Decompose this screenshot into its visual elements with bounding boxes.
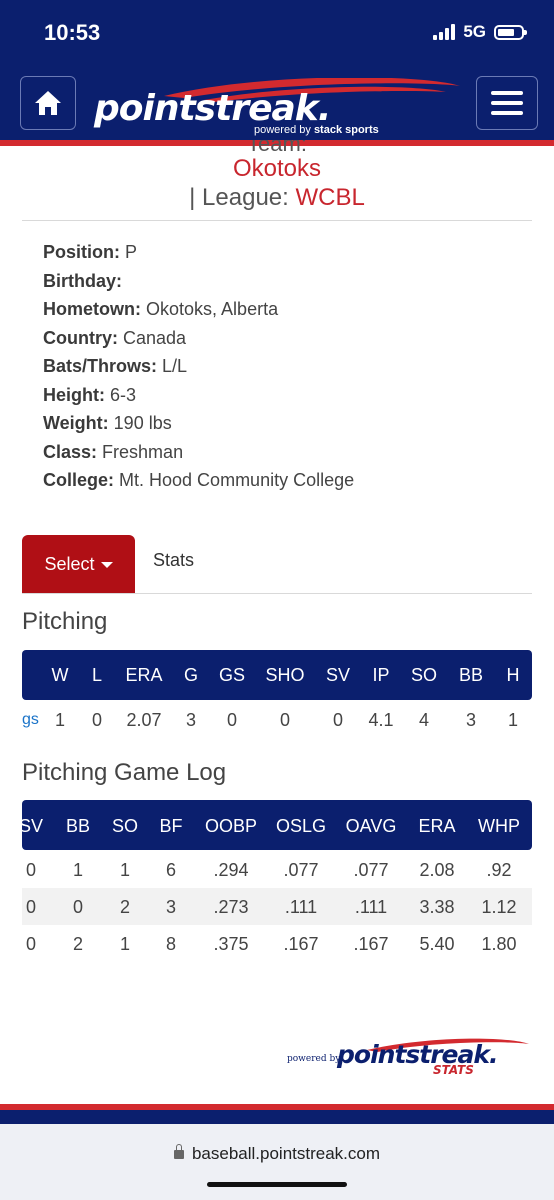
home-button[interactable]	[20, 76, 76, 130]
network-label: 5G	[463, 22, 486, 41]
bio-value: Mt. Hood Community College	[119, 470, 355, 490]
stat-cell: 3	[165, 897, 176, 917]
stat-cell: .294	[213, 860, 249, 880]
stat-cell: 2.08	[419, 860, 455, 880]
col-header[interactable]: ERA	[407, 816, 467, 837]
bio-value: L/L	[162, 356, 188, 376]
bio-label: Position:	[43, 242, 120, 262]
bio-value: Canada	[123, 327, 187, 348]
bio-value: Freshman	[102, 441, 184, 462]
bio-row: Weight: 190 lbs	[43, 409, 354, 438]
game-log-table-header: SV BB SO BF OOBP OSLG OAVG ERA WHP	[19, 800, 532, 850]
bio-row: Class: Freshman	[43, 438, 354, 467]
bio-row: Hometown: Okotoks, Alberta	[43, 295, 354, 324]
stat-cell: 8	[165, 934, 176, 954]
logo-wordmark: pointstreak.	[94, 88, 331, 129]
bio-value: P	[125, 242, 138, 262]
stat-cell: .92	[486, 860, 512, 880]
bio-label: College:	[43, 470, 115, 490]
caret-down-icon	[100, 562, 113, 568]
col-header[interactable]: GS	[202, 665, 262, 686]
hamburger-icon	[491, 91, 523, 115]
league-label: | League:	[189, 184, 289, 211]
bio-value: 6-3	[110, 384, 137, 405]
stat-cell: .077	[353, 860, 389, 880]
stat-cell: .167	[283, 934, 319, 954]
stat-cell: .375	[213, 934, 249, 954]
footer-bar	[0, 1110, 554, 1124]
bio-row: Position: P	[43, 238, 354, 267]
col-header[interactable]: SHO	[255, 665, 315, 686]
bio-row: Birthday:	[43, 267, 354, 296]
bio-value: 190 lbs	[113, 413, 172, 433]
col-header[interactable]: BF	[141, 816, 201, 837]
footer-stats-word: STATS	[433, 1063, 474, 1077]
col-header[interactable]: WHP	[469, 816, 529, 837]
team-label: Team:	[247, 140, 307, 154]
status-indicators: 5G	[433, 22, 527, 42]
powered-by-stack-sports: powered by stack sports	[254, 124, 379, 136]
bio-value: Okotoks, Alberta	[146, 299, 279, 319]
pointstreak-logo[interactable]: pointstreak. powered by stack sports	[94, 78, 464, 138]
col-header[interactable]: H	[483, 665, 543, 686]
league-line: | League: WCBL	[0, 184, 554, 212]
top-header: 10:53 5G pointstreak. powered by stack s…	[0, 0, 554, 140]
signal-icon	[433, 24, 456, 40]
url-display[interactable]: baseball.pointstreak.com	[0, 1144, 554, 1164]
status-time: 10:53	[44, 20, 101, 45]
divider	[22, 220, 532, 221]
stat-cell: 5.40	[419, 934, 455, 954]
bio-row: College: Mt. Hood Community College	[43, 466, 354, 495]
col-header[interactable]: OSLG	[271, 816, 331, 837]
select-dropdown-button[interactable]: Select	[22, 535, 135, 593]
bio-label: Weight:	[43, 413, 109, 433]
powered-prefix: powered by	[254, 124, 311, 136]
bio-label: Class:	[43, 441, 98, 462]
tab-stats[interactable]: Stats	[153, 550, 194, 571]
menu-button[interactable]	[476, 76, 538, 130]
browser-url-bar[interactable]: baseball.pointstreak.com	[0, 1124, 554, 1200]
stat-cell: 1.12	[481, 897, 517, 917]
bio-label: Hometown:	[43, 299, 141, 319]
bio-label: Height:	[43, 384, 105, 405]
url-text: baseball.pointstreak.com	[191, 1144, 381, 1163]
player-bio: Position: P Birthday: Hometown: Okotoks,…	[43, 238, 354, 495]
stat-cell: .111	[284, 897, 318, 917]
game-log-title: Pitching Game Log	[22, 759, 227, 786]
footer-powered-by: powered by	[287, 1054, 341, 1064]
stat-cell: .077	[283, 860, 319, 880]
stat-cell: 3.38	[419, 897, 455, 917]
pitching-title: Pitching	[22, 608, 108, 635]
bio-row: Height: 6-3	[43, 381, 354, 410]
bio-row: Bats/Throws: L/L	[43, 352, 354, 381]
stat-cell: 1.80	[481, 934, 517, 954]
bio-label: Birthday:	[43, 270, 123, 291]
footer-pointstreak-stats-logo[interactable]: powered by pointstreak. STATS	[287, 1038, 531, 1078]
col-header[interactable]: OOBP	[201, 816, 261, 837]
stat-cell: .167	[353, 934, 389, 954]
home-icon	[35, 91, 61, 115]
bio-label: Country:	[43, 327, 118, 348]
lock-icon	[173, 1144, 184, 1159]
stat-cell: .273	[213, 897, 249, 917]
home-indicator[interactable]	[207, 1182, 347, 1187]
stat-cell: 0	[226, 710, 237, 730]
bio-row: Country: Canada	[43, 324, 354, 353]
stat-cell: 6	[165, 860, 176, 880]
team-name-link[interactable]: Okotoks	[0, 155, 554, 183]
stat-cell: 0	[279, 710, 290, 730]
tabs-divider	[22, 593, 532, 594]
league-link[interactable]: WCBL	[295, 184, 364, 211]
battery-icon	[494, 24, 527, 40]
bio-label: Bats/Throws:	[43, 356, 158, 376]
select-label: Select	[44, 553, 95, 574]
pitching-table-header: W L ERA G GS SHO SV IP SO BB H	[22, 650, 532, 700]
stat-cell: 1	[507, 710, 518, 730]
stat-cell: .111	[354, 897, 388, 917]
powered-brand: stack sports	[313, 124, 379, 136]
col-header[interactable]: OAVG	[341, 816, 401, 837]
